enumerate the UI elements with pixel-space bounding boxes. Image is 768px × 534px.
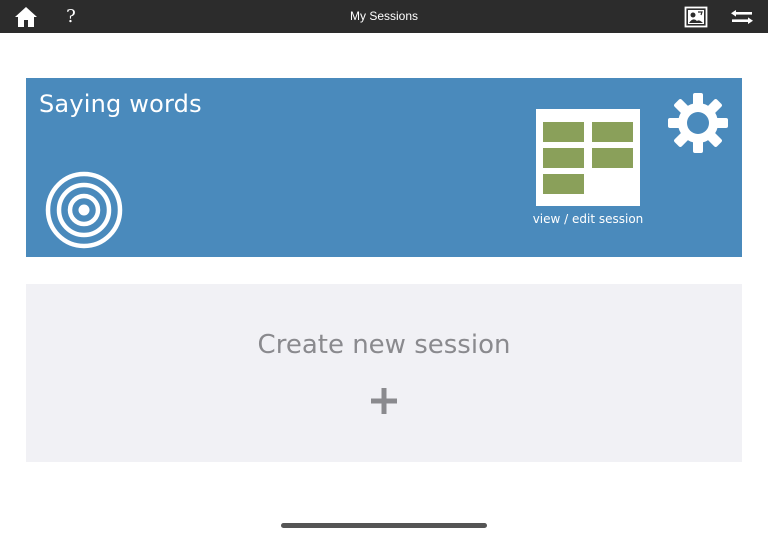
help-button[interactable]: ?: [58, 0, 84, 33]
picture-button[interactable]: [682, 0, 710, 33]
help-icon: ?: [66, 6, 76, 27]
board-icon[interactable]: [536, 109, 640, 206]
picture-icon: [684, 6, 708, 27]
board-cell: [543, 148, 584, 168]
board-cell: [543, 122, 584, 142]
session-card[interactable]: Saying words view / edit session: [26, 78, 742, 257]
session-title: Saying words: [39, 90, 202, 118]
home-indicator: [281, 523, 487, 528]
edit-session-link[interactable]: view / edit session: [506, 212, 670, 226]
board-cell: [592, 148, 633, 168]
home-button[interactable]: [12, 0, 40, 33]
plus-icon: [371, 388, 397, 414]
swap-button[interactable]: [726, 0, 758, 33]
target-icon: [45, 171, 123, 249]
create-session-button[interactable]: Create new session: [26, 284, 742, 462]
top-bar: My Sessions ?: [0, 0, 768, 33]
board-cell: [543, 174, 584, 194]
create-session-label: Create new session: [257, 330, 511, 360]
home-icon: [15, 6, 37, 27]
swap-icon: [731, 9, 753, 24]
gear-icon[interactable]: [666, 91, 730, 155]
page-title: My Sessions: [349, 9, 419, 23]
board-cell: [592, 122, 633, 142]
